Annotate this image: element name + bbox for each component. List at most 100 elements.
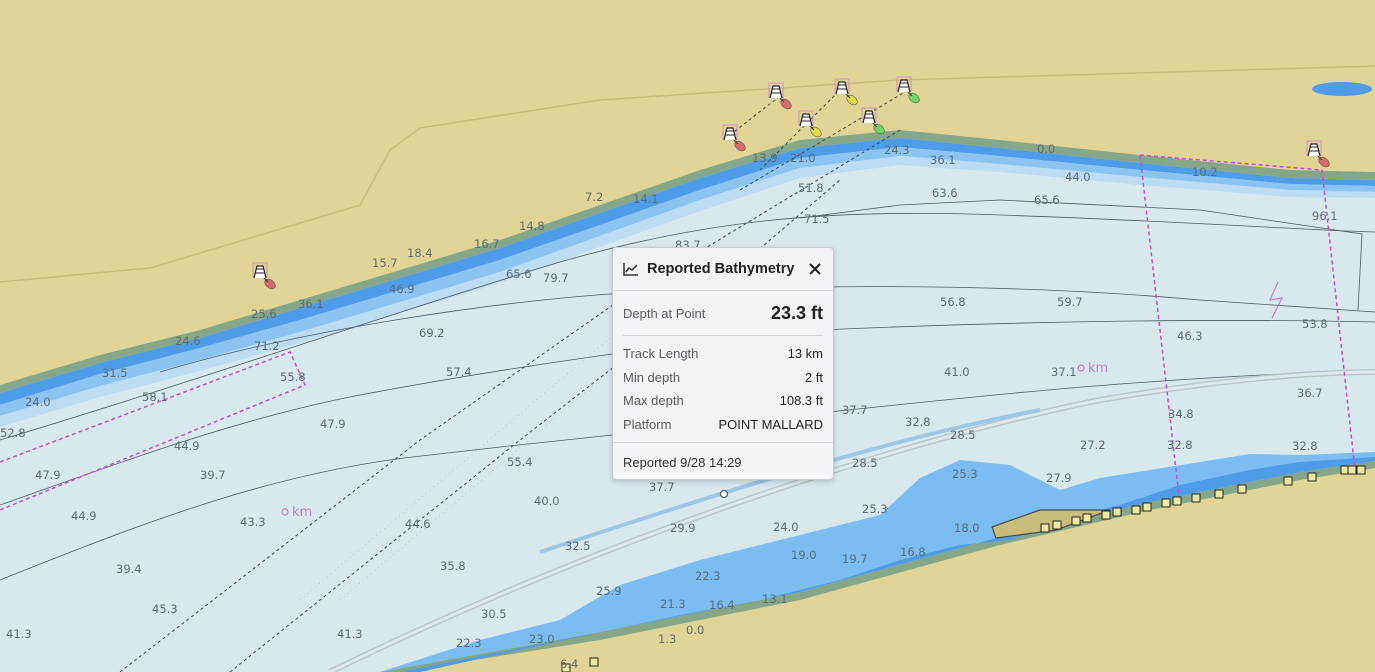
depth-sounding: 16.4: [709, 598, 735, 612]
detail-value: 2 ft: [804, 369, 823, 385]
depth-sounding: 30.5: [481, 607, 507, 621]
shore-marker: [589, 657, 599, 667]
popup-header: Reported Bathymetry: [613, 248, 833, 291]
depth-sounding: 37.1: [1051, 365, 1077, 379]
shore-marker: [1082, 513, 1092, 523]
depth-sounding: 6.4: [560, 657, 578, 671]
depth-sounding: 39.7: [200, 468, 226, 482]
depth-sounding: 24.6: [175, 334, 201, 348]
km-label: km: [292, 505, 312, 520]
depth-sounding: 32.8: [905, 415, 931, 429]
depth-sounding: 59.7: [1057, 295, 1083, 309]
depth-sounding: 58.1: [142, 390, 168, 404]
depth-sounding: 41.3: [337, 627, 363, 641]
detail-key: Track Length: [623, 346, 699, 362]
reported-timestamp: Reported 9/28 14:29: [613, 442, 833, 482]
depth-sounding: 14.8: [519, 219, 545, 233]
depth-sounding: 32.8: [1292, 439, 1318, 453]
shore-marker: [1307, 472, 1317, 482]
small-lake: [1312, 82, 1372, 96]
chart-line-icon: [623, 262, 639, 276]
depth-sounding: 0.0: [1037, 142, 1055, 156]
depth-sounding: 29.9: [670, 521, 696, 535]
detail-key: Max depth: [623, 393, 684, 409]
depth-sounding: 56.8: [940, 295, 966, 309]
depth-sounding: 51.8: [798, 181, 824, 195]
shore-marker: [1142, 502, 1152, 512]
depth-sounding: 34.8: [1168, 407, 1194, 421]
depth-sounding: 53.8: [1302, 317, 1328, 331]
depth-sounding: 25.9: [596, 584, 622, 598]
depth-sounding: 13.1: [762, 592, 788, 606]
depth-sounding: 10.2: [1192, 165, 1218, 179]
detail-row-platform: Platform POINT MALLARD: [623, 413, 823, 437]
close-icon[interactable]: [807, 261, 823, 277]
depth-sounding: 44.6: [405, 517, 431, 531]
depth-sounding: 63.6: [932, 186, 958, 200]
depth-sounding: 25.6: [251, 307, 277, 321]
depth-sounding: 43.3: [240, 515, 266, 529]
depth-sounding: 24.0: [773, 520, 799, 534]
depth-sounding: 24.0: [25, 395, 51, 409]
depth-at-point-row: Depth at Point 23.3 ft: [613, 291, 833, 335]
depth-sounding: 39.4: [116, 562, 142, 576]
shore-marker: [1191, 493, 1201, 503]
depth-sounding: 46.9: [389, 282, 415, 296]
depth-sounding: 44.9: [71, 509, 97, 523]
depth-sounding: 37.7: [649, 480, 675, 494]
depth-sounding: 57.4: [446, 365, 472, 379]
depth-sounding: 37.7: [842, 403, 868, 417]
depth-sounding: 22.3: [456, 636, 482, 650]
depth-sounding: 32.5: [565, 539, 591, 553]
depth-sounding: 31.5: [102, 366, 128, 380]
detail-row-min-depth: Min depth 2 ft: [623, 366, 823, 390]
depth-sounding: 55.8: [280, 370, 306, 384]
shore-marker: [1071, 516, 1081, 526]
depth-sounding: 27.9: [1046, 471, 1072, 485]
depth-sounding: 79.7: [543, 271, 569, 285]
depth-sounding: 18.0: [954, 521, 980, 535]
depth-sounding: 71.2: [254, 339, 280, 353]
km-label: km: [1088, 361, 1108, 376]
detail-key: Min depth: [623, 369, 681, 385]
shore-marker: [1131, 505, 1141, 515]
depth-sounding: 19.7: [842, 552, 868, 566]
depth-sounding: 15.7: [372, 256, 398, 270]
depth-sounding: 69.2: [419, 326, 445, 340]
depth-sounding: 25.3: [862, 502, 888, 516]
shore-marker: [1161, 498, 1171, 508]
depth-sounding: 32.8: [1167, 438, 1193, 452]
depth-sounding: 36.1: [298, 297, 324, 311]
shore-marker: [1237, 484, 1247, 494]
depth-sounding: 35.8: [440, 559, 466, 573]
shore-marker: [1356, 465, 1366, 475]
depth-sounding: 47.9: [320, 417, 346, 431]
depth-sounding: 46.3: [1177, 329, 1203, 343]
shore-marker: [1040, 523, 1050, 533]
depth-sounding: 13.9: [752, 151, 778, 165]
depth-sounding: 21.3: [660, 597, 686, 611]
depth-value: 23.3 ft: [770, 302, 823, 323]
depth-sounding: 44.9: [174, 439, 200, 453]
depth-sounding: 7.2: [585, 190, 603, 204]
depth-sounding: 21.0: [790, 151, 816, 165]
detail-key: Platform: [623, 416, 672, 432]
popup-details: Track Length 13 km Min depth 2 ft Max de…: [613, 336, 833, 442]
shore-marker: [1214, 489, 1224, 499]
shore-marker: [1283, 476, 1293, 486]
depth-sounding: 47.9: [35, 468, 61, 482]
shore-marker: [1347, 465, 1357, 475]
depth-sounding: 23.0: [529, 632, 555, 646]
popup-title: Reported Bathymetry: [647, 261, 795, 277]
depth-sounding: 41.0: [944, 365, 970, 379]
depth-sounding: 52.8: [0, 426, 26, 440]
depth-sounding: 25.3: [952, 467, 978, 481]
selected-point-marker[interactable]: [719, 489, 729, 499]
depth-sounding: 1.3: [658, 632, 676, 646]
shore-marker: [1112, 507, 1122, 517]
detail-value: 108.3 ft: [779, 393, 823, 409]
depth-sounding: 16.7: [474, 237, 500, 251]
depth-sounding: 41.3: [6, 627, 32, 641]
depth-sounding: 36.7: [1297, 386, 1323, 400]
depth-sounding: 27.2: [1080, 438, 1106, 452]
